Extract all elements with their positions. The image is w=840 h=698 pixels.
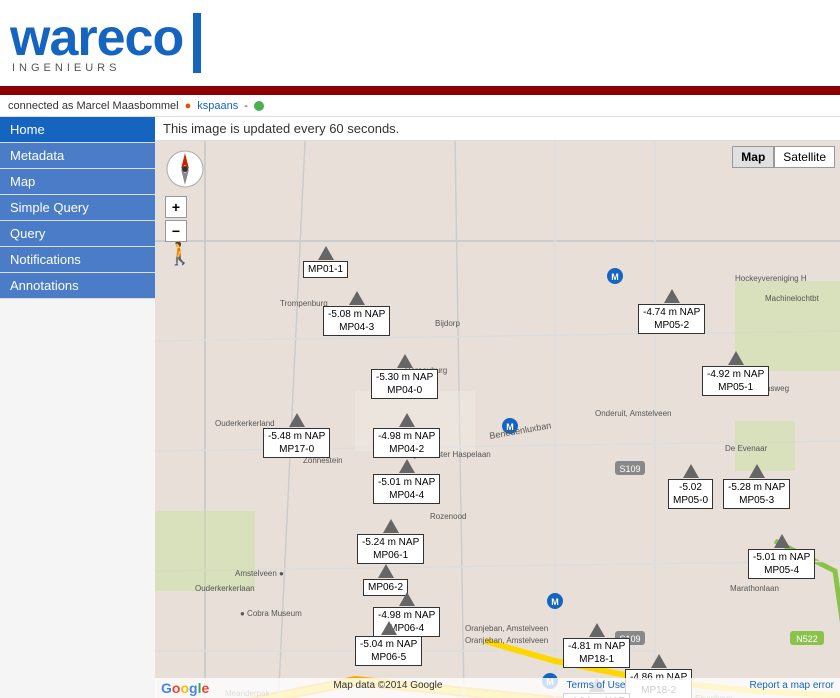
sidebar-item-map-label: Map <box>10 174 35 189</box>
svg-text:M: M <box>551 597 559 607</box>
pegman-icon[interactable]: 🚶 <box>166 241 193 267</box>
header: wareco INGENIEURS <box>0 0 840 90</box>
marker-mp05-0[interactable]: -5.02 MP05-0 <box>668 464 713 509</box>
svg-text:Trompenburg: Trompenburg <box>280 299 328 308</box>
svg-text:Hockeyvereniging H: Hockeyvereniging H <box>735 274 807 283</box>
marker-mp18-1[interactable]: -4.81 m NAP MP18-1 <box>563 623 630 668</box>
compass-control[interactable] <box>165 149 205 189</box>
userbar: connected as Marcel Maasbommel ● kspaans… <box>0 95 840 117</box>
sidebar-item-metadata[interactable]: Metadata <box>0 143 155 169</box>
google-logo: Google <box>161 680 209 696</box>
session-link[interactable]: kspaans <box>197 100 238 112</box>
map-background: M M M M S109 S109 N522 N522 A9 <box>155 141 840 698</box>
logo-subtitle: INGENIEURS <box>12 62 183 74</box>
main-layout: Home Metadata Map Simple Query Query Not… <box>0 117 840 698</box>
marker-mp05-1[interactable]: -4.92 m NAP MP05-1 <box>702 351 769 396</box>
marker-mp06-5[interactable]: -5.04 m NAP MP06-5 <box>355 621 422 666</box>
marker-mp04-4[interactable]: -5.01 m NAP MP04-4 <box>373 459 440 504</box>
zoom-controls: + − <box>165 196 187 242</box>
map-container[interactable]: M M M M S109 S109 N522 N522 A9 <box>155 141 840 698</box>
svg-text:De Evenaar: De Evenaar <box>725 444 768 453</box>
marker-mp05-2[interactable]: -4.74 m NAP MP05-2 <box>638 289 705 334</box>
svg-text:Onderuit, Amstelveen: Onderuit, Amstelveen <box>595 409 671 418</box>
map-data-label: Map data ©2014 Google <box>333 680 442 696</box>
svg-text:M: M <box>611 272 619 282</box>
svg-text:Rozenood: Rozenood <box>430 512 466 521</box>
sidebar-item-annotations[interactable]: Annotations <box>0 273 155 299</box>
svg-text:Marathonlaan: Marathonlaan <box>730 584 779 593</box>
marker-mp04-0[interactable]: -5.30 m NAP MP04-0 <box>371 354 438 399</box>
zoom-out-button[interactable]: − <box>165 220 187 242</box>
svg-text:N522: N522 <box>796 634 818 644</box>
sidebar-item-metadata-label: Metadata <box>10 148 64 163</box>
svg-text:Amstelveen ●: Amstelveen ● <box>235 569 284 578</box>
logo-wareco: wareco <box>10 12 183 64</box>
sidebar-item-query[interactable]: Query <box>0 221 155 247</box>
svg-text:Oranjeban, Amstelveen: Oranjeban, Amstelveen <box>465 636 548 645</box>
connected-label: connected as Marcel Maasbommel <box>8 100 179 112</box>
sidebar-item-notifications-label: Notifications <box>10 252 81 267</box>
sidebar-item-simple-query-label: Simple Query <box>10 200 89 215</box>
terms-link[interactable]: Terms of Use <box>567 680 626 696</box>
svg-text:Ouderkerkerlaan: Ouderkerkerlaan <box>195 584 255 593</box>
svg-text:Bijdorp: Bijdorp <box>435 319 460 328</box>
svg-text:S109: S109 <box>619 464 640 474</box>
svg-text:● Cobra Museum: ● Cobra Museum <box>240 609 302 618</box>
marker-mp04-2[interactable]: -4.98 m NAP MP04-2 <box>373 413 440 458</box>
sidebar: Home Metadata Map Simple Query Query Not… <box>0 117 155 698</box>
marker-mp17-0[interactable]: -5.48 m NAP MP17-0 <box>263 413 330 458</box>
marker-mp05-3[interactable]: -5.28 m NAP MP05-3 <box>723 464 790 509</box>
svg-text:Oranjeban, Amstelveen: Oranjeban, Amstelveen <box>465 624 548 633</box>
sidebar-item-simple-query[interactable]: Simple Query <box>0 195 155 221</box>
marker-mp06-1[interactable]: -5.24 m NAP MP06-1 <box>357 519 424 564</box>
compass-svg <box>165 149 205 189</box>
sidebar-item-notifications[interactable]: Notifications <box>0 247 155 273</box>
sidebar-item-home-label: Home <box>10 122 45 137</box>
map-footer: Google Map data ©2014 Google Terms of Us… <box>155 678 840 698</box>
report-link[interactable]: Report a map error <box>749 680 833 696</box>
session-indicator <box>254 101 264 111</box>
map-type-controls: Map Satellite <box>732 146 835 168</box>
sidebar-item-annotations-label: Annotations <box>10 278 79 293</box>
map-type-map-button[interactable]: Map <box>732 146 774 168</box>
map-update-notice: This image is updated every 60 seconds. <box>155 117 840 141</box>
content-area: This image is updated every 60 seconds. <box>155 117 840 698</box>
marker-mp04-3[interactable]: -5.08 m NAP MP04-3 <box>323 291 390 336</box>
map-type-satellite-button[interactable]: Satellite <box>774 146 835 168</box>
sidebar-item-home[interactable]: Home <box>0 117 155 143</box>
marker-mp01-1[interactable]: MP01-1 <box>303 246 348 278</box>
marker-mp05-4[interactable]: -5.01 m NAP MP05-4 <box>748 534 815 579</box>
svg-text:Machinelochtbt: Machinelochtbt <box>765 294 820 303</box>
session-icon: ● <box>185 100 192 112</box>
sidebar-item-query-label: Query <box>10 226 45 241</box>
sidebar-item-map[interactable]: Map <box>0 169 155 195</box>
logo-area: wareco INGENIEURS <box>10 12 183 74</box>
zoom-in-button[interactable]: + <box>165 196 187 218</box>
